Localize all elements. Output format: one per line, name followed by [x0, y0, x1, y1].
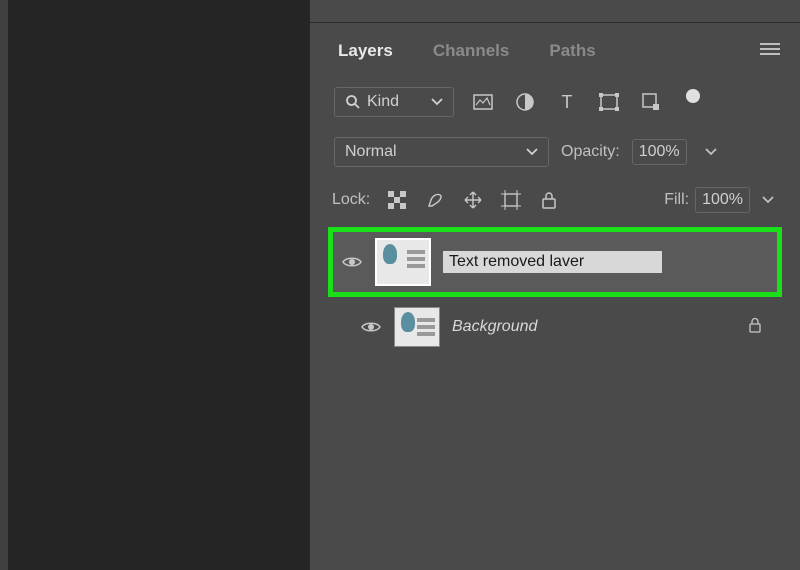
- lock-position-icon[interactable]: [462, 189, 484, 211]
- layer-row-editing[interactable]: [328, 227, 782, 297]
- kind-label: Kind: [367, 93, 399, 111]
- blend-mode-label: Normal: [345, 143, 397, 161]
- fill-input[interactable]: 100%: [695, 187, 750, 213]
- search-icon: [345, 94, 361, 110]
- layer-thumbnail[interactable]: [394, 307, 440, 347]
- panel-menu-icon[interactable]: [756, 38, 784, 65]
- blend-mode-dropdown[interactable]: Normal: [334, 137, 549, 167]
- filter-toggle[interactable]: [682, 91, 704, 113]
- kind-filter-dropdown[interactable]: Kind: [334, 87, 454, 117]
- chevron-down-icon: [431, 93, 443, 111]
- lock-all-icon[interactable]: [538, 189, 560, 211]
- filter-row: Kind T: [310, 77, 800, 127]
- layer-row-background[interactable]: Background: [328, 297, 782, 357]
- panel-tabs: Layers Channels Paths: [310, 23, 800, 77]
- layer-list: Background: [310, 227, 800, 357]
- filter-icons: T: [472, 91, 704, 113]
- fill-chevron-icon[interactable]: [758, 189, 778, 211]
- lock-label: Lock:: [332, 191, 370, 209]
- layer-name-input[interactable]: [443, 251, 662, 273]
- lock-artboard-icon[interactable]: [500, 189, 522, 211]
- adjustment-filter-icon[interactable]: [514, 91, 536, 113]
- opacity-chevron-icon[interactable]: [701, 141, 721, 163]
- lock-paint-icon[interactable]: [424, 189, 446, 211]
- chevron-down-icon: [526, 143, 538, 161]
- tab-channels[interactable]: Channels: [421, 37, 522, 65]
- smartobject-filter-icon[interactable]: [640, 91, 662, 113]
- opacity-label: Opacity:: [561, 143, 620, 161]
- layers-panel: Layers Channels Paths Kind T Normal Opac…: [310, 0, 800, 570]
- pixel-filter-icon[interactable]: [472, 91, 494, 113]
- layer-thumbnail[interactable]: [375, 238, 431, 286]
- visibility-toggle-icon[interactable]: [341, 255, 363, 269]
- tab-layers[interactable]: Layers: [326, 37, 405, 65]
- shape-filter-icon[interactable]: [598, 91, 620, 113]
- svg-text:T: T: [562, 93, 573, 111]
- lock-row: Lock: Fill: 100%: [310, 177, 800, 227]
- tab-paths[interactable]: Paths: [537, 37, 607, 65]
- canvas-area: [0, 0, 310, 570]
- fill-label: Fill:: [664, 191, 689, 209]
- lock-transparency-icon[interactable]: [386, 189, 408, 211]
- blend-row: Normal Opacity: 100%: [310, 127, 800, 177]
- layer-name: Background: [452, 318, 537, 336]
- type-filter-icon[interactable]: T: [556, 91, 578, 113]
- visibility-toggle-icon[interactable]: [360, 320, 382, 334]
- lock-indicator-icon[interactable]: [748, 317, 770, 338]
- opacity-input[interactable]: 100%: [632, 139, 687, 165]
